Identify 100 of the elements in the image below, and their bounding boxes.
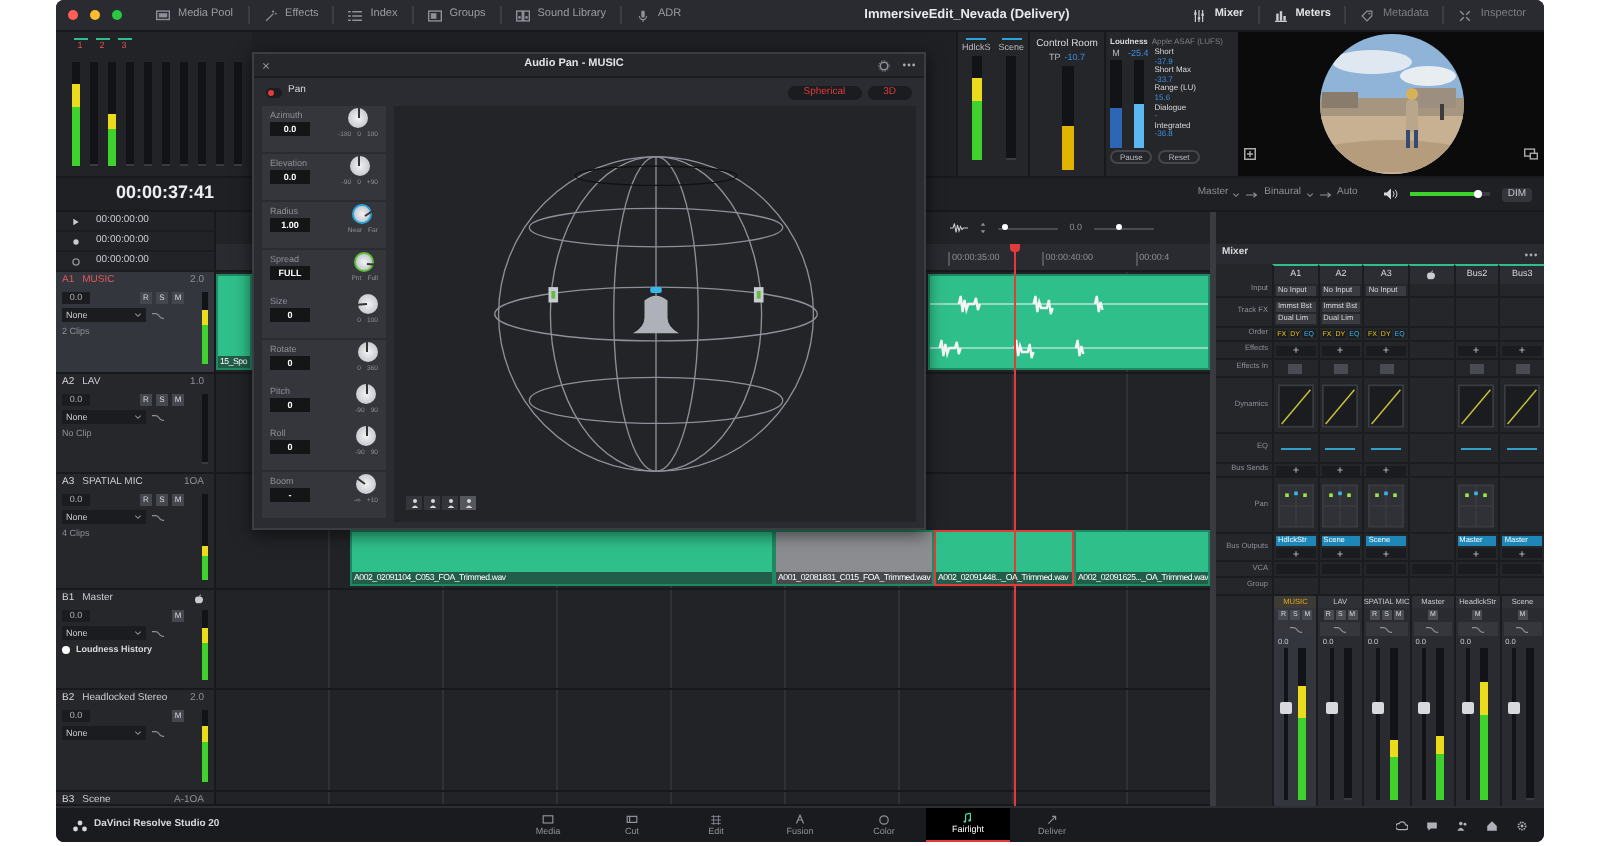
add-button[interactable]	[1502, 345, 1542, 355]
plus-icon	[1472, 346, 1481, 354]
more-icon[interactable]	[902, 62, 916, 68]
fader-handle[interactable]	[1325, 701, 1338, 714]
eq-curve[interactable]	[1322, 443, 1359, 453]
view-button[interactable]	[424, 496, 440, 510]
knob[interactable]	[356, 384, 377, 404]
toggle-button[interactable]	[1288, 363, 1303, 373]
add-button[interactable]	[1366, 345, 1406, 355]
arrow-icon	[1319, 191, 1332, 197]
add-button[interactable]	[1276, 548, 1316, 558]
curve-icon[interactable]	[152, 413, 164, 421]
caret-icon	[134, 414, 142, 420]
knob[interactable]	[356, 426, 377, 446]
curve-icon[interactable]	[1334, 625, 1347, 633]
curve-icon[interactable]	[152, 629, 164, 637]
knob[interactable]	[355, 474, 376, 494]
curve-button[interactable]	[1413, 622, 1453, 636]
listener-icon	[463, 498, 473, 508]
knob[interactable]	[348, 108, 369, 128]
plus-icon	[1291, 466, 1300, 474]
add-button[interactable]	[1366, 465, 1406, 475]
curve-icon[interactable]	[152, 729, 164, 737]
add-button[interactable]	[1276, 345, 1316, 355]
audio-clip[interactable]	[928, 274, 1210, 370]
toggle-button[interactable]	[1379, 363, 1394, 373]
settings-icon[interactable]	[1516, 819, 1528, 831]
plus-icon	[1382, 346, 1391, 354]
fusion-icon	[794, 813, 806, 825]
curve-icon[interactable]	[1516, 625, 1529, 633]
add-icon[interactable]	[1244, 148, 1256, 160]
plus-icon	[1518, 549, 1527, 557]
eq-curve[interactable]	[1368, 443, 1405, 453]
slider-thumb[interactable]	[1473, 190, 1482, 198]
home-icon[interactable]	[1486, 819, 1498, 831]
height-icon[interactable]	[979, 222, 986, 234]
slider-thumb[interactable]	[1115, 224, 1122, 230]
knob[interactable]	[357, 342, 378, 362]
people-icon[interactable]	[1456, 819, 1468, 831]
eq-curve[interactable]	[1277, 443, 1314, 453]
curve-icon[interactable]	[1380, 625, 1393, 633]
curve-icon[interactable]	[1426, 625, 1439, 633]
knob[interactable]	[352, 204, 373, 224]
fader-handle[interactable]	[1417, 701, 1430, 714]
curve-button[interactable]	[1503, 622, 1542, 636]
picture-in-picture-icon[interactable]	[1524, 148, 1538, 160]
minimize-button[interactable]	[90, 10, 100, 20]
chat-icon[interactable]	[1426, 819, 1438, 831]
curve-icon[interactable]	[152, 311, 164, 319]
speaker-icon	[515, 9, 530, 21]
add-button[interactable]	[1276, 465, 1316, 475]
plus-icon	[1336, 346, 1345, 354]
plus-icon	[1518, 346, 1527, 354]
fader-handle[interactable]	[1371, 701, 1384, 714]
view-button[interactable]	[442, 496, 458, 510]
add-button[interactable]	[1366, 548, 1406, 558]
listener-icon	[445, 498, 455, 508]
settings-icon[interactable]	[878, 59, 890, 71]
close-icon[interactable]	[262, 61, 270, 69]
play-icon[interactable]	[72, 217, 80, 225]
fader-handle[interactable]	[1280, 701, 1293, 714]
fader-handle[interactable]	[1507, 701, 1520, 714]
circle-icon[interactable]	[72, 257, 80, 265]
waveform-icon[interactable]	[949, 222, 968, 234]
view-button[interactable]	[406, 496, 422, 510]
add-button[interactable]	[1457, 345, 1497, 355]
close-button[interactable]	[68, 10, 78, 20]
eq-curve[interactable]	[1504, 443, 1541, 453]
knob[interactable]	[349, 156, 370, 176]
curve-icon[interactable]	[1471, 625, 1484, 633]
curve-icon[interactable]	[1289, 625, 1302, 633]
knob[interactable]	[357, 294, 378, 314]
knob[interactable]	[354, 252, 375, 272]
curve-icon[interactable]	[152, 513, 164, 521]
add-button[interactable]	[1502, 548, 1542, 558]
speaker-icon	[1383, 188, 1398, 200]
record-icon[interactable]	[72, 237, 80, 245]
curve-button[interactable]	[1365, 622, 1408, 636]
bar-chart-icon	[1273, 9, 1288, 21]
fader-handle[interactable]	[1462, 701, 1475, 714]
toggle-button[interactable]	[1333, 363, 1348, 373]
add-button[interactable]	[1321, 345, 1361, 355]
vca-field[interactable]	[1502, 564, 1542, 574]
plus-icon	[1291, 549, 1300, 557]
view-button[interactable]	[460, 496, 476, 510]
slider-thumb[interactable]	[1001, 224, 1008, 230]
plus-icon	[1336, 466, 1345, 474]
toggle-button[interactable]	[1469, 363, 1484, 373]
add-button[interactable]	[1321, 548, 1361, 558]
more-icon[interactable]	[1524, 251, 1538, 257]
microphone-icon	[636, 9, 651, 21]
toggle-button[interactable]	[1515, 363, 1530, 373]
zoom-button[interactable]	[112, 10, 122, 20]
caret-icon	[134, 730, 142, 736]
pan-toggle[interactable]	[266, 87, 282, 97]
eq-curve[interactable]	[1458, 443, 1495, 453]
add-button[interactable]	[1457, 548, 1497, 558]
radio-button[interactable]	[62, 646, 70, 655]
cloud-icon[interactable]	[1396, 819, 1408, 831]
add-button[interactable]	[1321, 465, 1361, 475]
